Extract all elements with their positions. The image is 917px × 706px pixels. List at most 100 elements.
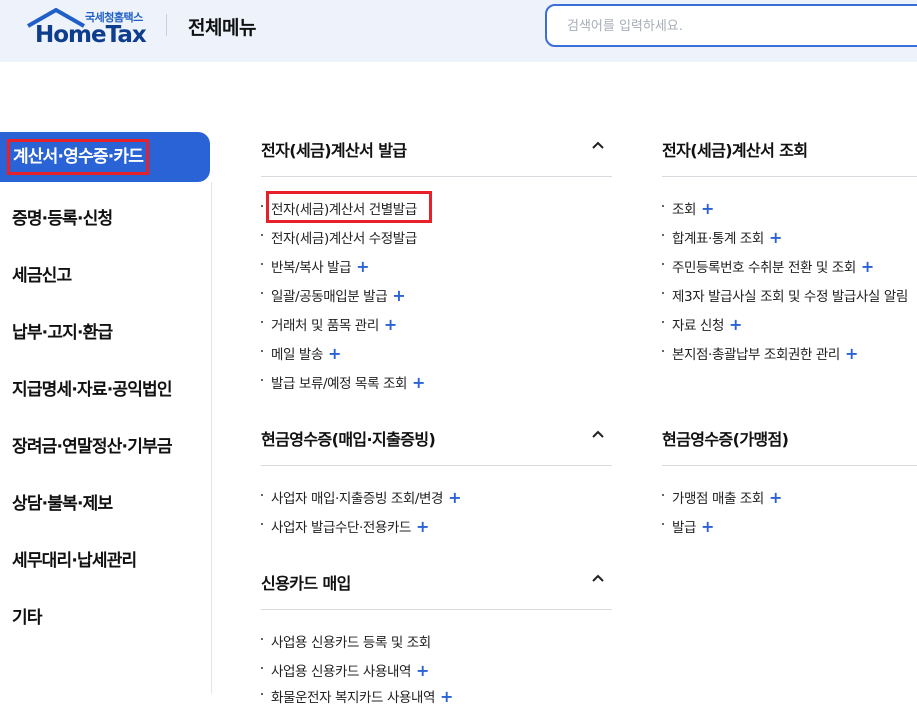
menu-item-data-request[interactable]: 자료 신청 +	[662, 314, 742, 334]
search-box[interactable]	[545, 4, 917, 47]
menu-item-etax-revise-issue[interactable]: 전자(세금)계산서 수정발급	[261, 227, 417, 247]
menu-item-label: 사업자 발급수단·전용카드	[271, 520, 412, 536]
menu-item-summary-stats[interactable]: 합계표·통계 조회 +	[662, 227, 782, 247]
bullet-dot	[662, 523, 664, 525]
plus-icon[interactable]: +	[416, 661, 429, 680]
plus-icon[interactable]: +	[440, 687, 453, 706]
plus-icon[interactable]: +	[356, 257, 369, 276]
bullet-dot	[662, 234, 664, 236]
sidebar-item-etc[interactable]: 기타	[12, 603, 42, 628]
plus-icon[interactable]: +	[328, 344, 341, 363]
menu-item-card-register[interactable]: 사업용 신용카드 등록 및 조회	[261, 631, 431, 651]
bullet-dot	[662, 494, 664, 496]
menu-item-resident-number-convert[interactable]: 주민등록번호 수취분 전환 및 조회 +	[662, 256, 874, 276]
header: 국세청홈택스 HomeTax 전체메뉴	[0, 0, 917, 62]
plus-icon[interactable]: +	[769, 228, 782, 247]
menu-item-repeat-copy-issue[interactable]: 반복/복사 발급 +	[261, 256, 370, 276]
section-title-etax-query: 전자(세금)계산서 조회	[662, 141, 808, 160]
section-title-credit-card: 신용카드 매입	[261, 574, 351, 593]
page-title: 전체메뉴	[188, 17, 256, 39]
menu-item-business-card[interactable]: 사업자 발급수단·전용카드 +	[261, 516, 429, 536]
bullet-dot	[261, 292, 263, 294]
section-divider	[662, 176, 917, 177]
section-divider	[261, 176, 612, 177]
sidebar-item-receipts-cards[interactable]: 계산서·영수증·카드	[7, 139, 150, 175]
menu-item-label: 자료 신청	[672, 318, 724, 334]
sidebar-item-payment[interactable]: 납부·고지·환급	[12, 318, 113, 343]
bullet-dot	[662, 205, 664, 207]
bullet-dot	[662, 350, 664, 352]
bullet-dot	[261, 379, 263, 381]
plus-icon[interactable]: +	[701, 517, 714, 536]
hometax-logo[interactable]: 국세청홈택스 HomeTax	[26, 6, 147, 50]
bullet-dot	[261, 693, 263, 695]
chevron-up-icon[interactable]	[592, 573, 604, 585]
bullet-dot	[261, 321, 263, 323]
bullet-dot	[261, 638, 263, 640]
bullet-dot	[261, 523, 263, 525]
menu-item-label: 제3자 발급사실 조회 및 수정 발급사실 알림	[672, 289, 908, 305]
menu-item-label: 사업자 매입·지출증빙 조회/변경	[271, 491, 444, 507]
menu-item-label: 발급 보류/예정 목록 조회	[271, 376, 408, 392]
logo-text: HomeTax	[35, 22, 147, 48]
menu-item-mail-send[interactable]: 메일 발송 +	[261, 343, 341, 363]
menu-item-label: 메일 발송	[271, 347, 323, 363]
menu-item-bulk-issue[interactable]: 일괄/공동매입분 발급 +	[261, 285, 406, 305]
bullet-dot	[662, 263, 664, 265]
plus-icon[interactable]: +	[384, 315, 397, 334]
menu-item-label: 본지점·총괄납부 조회권한 관리	[672, 347, 840, 363]
plus-icon[interactable]: +	[392, 286, 405, 305]
section-divider	[261, 609, 612, 610]
bullet-dot	[261, 667, 263, 669]
menu-item-driver-welfare-card[interactable]: 화물운전자 복지카드 사용내역 +	[261, 686, 453, 706]
sidebar-item-incentives[interactable]: 장려금·연말정산·기부금	[12, 432, 173, 457]
sidebar-item-payment-statement[interactable]: 지급명세·자료·공익법인	[12, 375, 173, 400]
plus-icon[interactable]: +	[769, 488, 782, 507]
plus-icon[interactable]: +	[448, 488, 461, 507]
menu-item-card-usage[interactable]: 사업용 신용카드 사용내역 +	[261, 660, 429, 680]
sidebar-item-certificates[interactable]: 증명·등록·신청	[12, 204, 113, 229]
sidebar-item-consulting[interactable]: 상담·불복·제보	[12, 489, 113, 514]
plus-icon[interactable]: +	[416, 517, 429, 536]
sidebar-item-tax-agent[interactable]: 세무대리·납세관리	[12, 546, 137, 571]
menu-item-label: 발급	[672, 520, 697, 536]
menu-item-label: 전자(세금)계산서 수정발급	[271, 231, 417, 247]
bullet-dot	[261, 234, 263, 236]
plus-icon[interactable]: +	[845, 344, 858, 363]
sidebar-divider	[211, 182, 212, 694]
bullet-dot	[261, 350, 263, 352]
menu-item-label: 조회	[672, 202, 697, 218]
bullet-dot	[261, 205, 263, 207]
plus-icon[interactable]: +	[701, 199, 714, 218]
menu-item-business-purchase-query[interactable]: 사업자 매입·지출증빙 조회/변경 +	[261, 487, 462, 507]
menu-item-query[interactable]: 조회 +	[662, 198, 714, 218]
menu-item-pending-list[interactable]: 발급 보류/예정 목록 조회 +	[261, 372, 425, 392]
menu-item-etax-single-issue[interactable]: 전자(세금)계산서 건별발급	[261, 198, 417, 218]
plus-icon[interactable]: +	[861, 257, 874, 276]
menu-item-label: 화물운전자 복지카드 사용내역	[271, 690, 436, 706]
plus-icon[interactable]: +	[729, 315, 742, 334]
chevron-up-icon[interactable]	[592, 140, 604, 152]
plus-icon[interactable]: +	[412, 373, 425, 392]
menu-item-label: 일괄/공동매입분 발급	[271, 289, 388, 305]
menu-item-label: 합계표·통계 조회	[672, 231, 764, 247]
menu-item-label: 거래처 및 품목 관리	[271, 318, 379, 334]
bullet-dot	[662, 292, 664, 294]
bullet-dot	[261, 263, 263, 265]
search-input[interactable]	[567, 16, 907, 36]
sidebar-item-tax-return[interactable]: 세금신고	[12, 261, 72, 286]
menu-item-third-party-issue[interactable]: 제3자 발급사실 조회 및 수정 발급사실 알림	[662, 285, 908, 305]
menu-item-branch-permission[interactable]: 본지점·총괄납부 조회권한 관리 +	[662, 343, 858, 363]
section-title-cash-receipt-buy: 현금영수증(매입·지출증빙)	[261, 430, 436, 449]
section-divider	[662, 465, 917, 466]
menu-item-label: 주민등록번호 수취분 전환 및 조회	[672, 260, 856, 276]
menu-item-merchant-issue[interactable]: 발급 +	[662, 516, 714, 536]
section-title-etax-issue: 전자(세금)계산서 발급	[261, 141, 407, 160]
bullet-dot	[662, 321, 664, 323]
menu-item-partner-management[interactable]: 거래처 및 품목 관리 +	[261, 314, 397, 334]
menu-item-merchant-sales[interactable]: 가맹점 매출 조회 +	[662, 487, 782, 507]
menu-item-label: 사업용 신용카드 사용내역	[271, 664, 412, 680]
menu-item-label: 반복/복사 발급	[271, 260, 352, 276]
chevron-up-icon[interactable]	[592, 429, 604, 441]
bullet-dot	[261, 494, 263, 496]
